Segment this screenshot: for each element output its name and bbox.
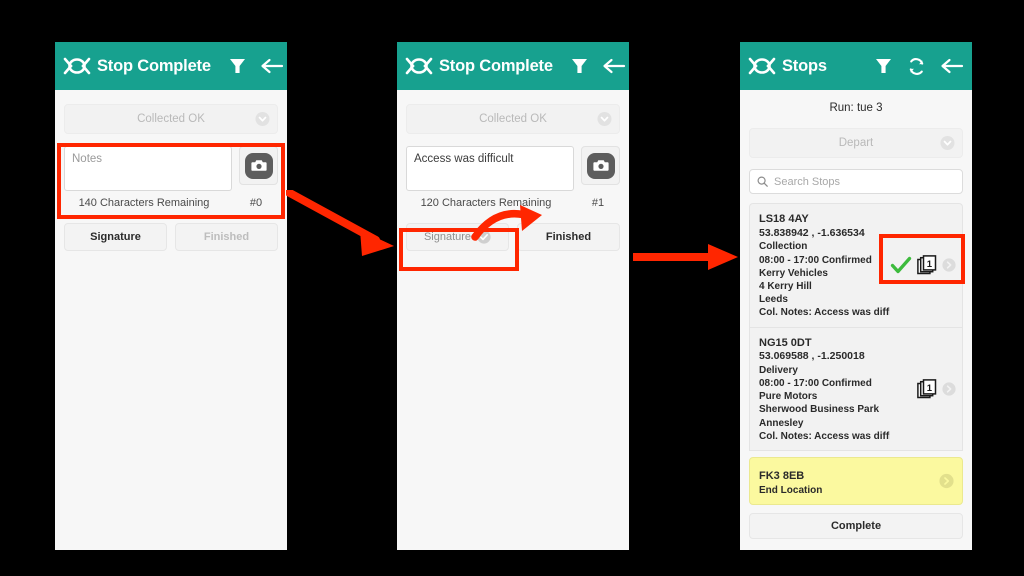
stop-coords: 53.838942 , -1.636534 [759,226,865,239]
search-stops-placeholder: Search Stops [774,175,841,188]
stop-coords: 53.069588 , -1.250018 [759,350,865,363]
run-label: Run: tue 3 [829,102,883,114]
chevron-down-circle-icon [940,136,955,150]
panel-body: Run: tue 3 Depart Search Stops LS18 4AY … [740,102,972,539]
end-location-card[interactable]: FK3 8EB End Location [749,457,963,505]
arrow-panel2-to-panel3 [633,244,738,270]
filter-funnel-icon[interactable] [228,56,247,76]
chevron-down-circle-icon [597,112,612,126]
phone-panel-stop-complete-empty: Stop Complete Collected OK Notes 140 Cha… [55,42,287,550]
end-location-status-group [939,473,954,488]
stop-card-status-group: 1 [917,378,956,399]
chevron-down-circle-icon [255,112,270,126]
app-bar-title: Stop Complete [97,56,211,75]
stop-type: Collection [759,241,808,253]
route-loop-logo-icon [405,57,433,75]
green-check-icon [890,257,912,274]
end-location-label: End Location [759,484,823,496]
documents-stack-icon[interactable]: 1 [917,378,937,399]
signature-button-label: Signature [90,231,141,243]
finished-button[interactable]: Finished [175,223,278,251]
screenshot-stage: Stop Complete Collected OK Notes 140 Cha… [0,0,1024,576]
route-loop-logo-icon [748,57,776,75]
stop-code: NG15 0DT [759,336,812,349]
stop-address-2: Annesley [759,417,804,429]
app-bar: Stop Complete [397,42,629,90]
notes-input[interactable]: Access was difficult [406,146,574,191]
panel-body: Collected OK Notes 140 Characters Remain… [55,104,287,251]
signature-button-label: Signature [423,231,472,243]
documents-count-text: 1 [927,383,933,394]
search-icon [757,176,768,187]
chevron-right-circle-icon[interactable] [942,258,956,272]
filter-funnel-icon[interactable] [874,56,893,76]
signature-button[interactable]: Signature [64,223,167,251]
chevron-right-circle-icon[interactable] [939,473,954,488]
app-bar-title: Stops [782,56,827,75]
notes-counter-row: 140 Characters Remaining #0 [64,197,278,209]
documents-count-text: 1 [927,259,933,270]
stop-code: LS18 4AY [759,213,809,225]
characters-remaining-label: 140 Characters Remaining [78,197,210,209]
phone-panel-stop-complete-filled: Stop Complete Collected OK Access was di… [397,42,629,550]
app-bar: Stops [740,42,972,90]
camera-button-inner [586,152,615,179]
stops-list: LS18 4AY 53.838942 , -1.636534 Collectio… [749,203,963,539]
route-loop-logo-icon [63,57,91,75]
app-bar-title: Stop Complete [439,56,553,75]
status-dropdown-label: Collected OK [137,113,205,125]
finished-button-label: Finished [203,231,250,243]
status-dropdown[interactable]: Collected OK [406,104,620,134]
arrow-panel1-to-panel2 [286,190,394,256]
camera-button[interactable] [239,146,278,185]
stop-address-1: Sherwood Business Park [759,404,880,416]
photo-count-label: #1 [591,197,605,209]
action-row: Signature Finished [64,223,278,251]
stop-card[interactable]: LS18 4AY 53.838942 , -1.636534 Collectio… [749,203,963,328]
notes-row: Access was difficult [406,146,620,191]
back-arrow-icon[interactable] [260,56,284,76]
chevron-right-circle-icon[interactable] [942,382,956,396]
camera-button[interactable] [581,146,620,185]
stop-notes: Col. Notes: Access was diffic [759,307,890,319]
documents-stack-icon[interactable]: 1 [917,255,937,275]
camera-icon [250,160,267,171]
stop-address-2: Leeds [759,294,788,306]
refresh-icon[interactable] [906,56,927,77]
app-bar: Stop Complete [55,42,287,90]
notes-row: Notes [64,146,278,191]
stop-card-status-group: 1 [890,255,956,275]
stop-card[interactable]: NG15 0DT 53.069588 , -1.250018 Delivery … [749,327,963,451]
photo-count-label: #0 [249,197,263,209]
back-arrow-icon[interactable] [940,56,964,76]
camera-button-inner [244,152,273,179]
search-stops-input[interactable]: Search Stops [749,169,963,194]
depart-dropdown-label: Depart [838,137,874,149]
back-arrow-icon[interactable] [602,56,626,76]
arrow-signature-to-finished [471,205,542,241]
depart-dropdown[interactable]: Depart [749,128,963,158]
end-location-code: FK3 8EB [759,470,805,482]
complete-button-label: Complete [830,519,882,532]
notes-input[interactable]: Notes [64,146,232,191]
filter-funnel-icon[interactable] [570,56,589,76]
status-dropdown-label: Collected OK [479,113,547,125]
stop-address-1: 4 Kerry Hill [759,280,812,292]
phone-panel-stops-list: Stops Run: tue 3 Depart Search Stops LS1… [740,42,972,550]
camera-icon [592,160,609,171]
status-dropdown[interactable]: Collected OK [64,104,278,134]
stop-notes: Col. Notes: Access was diffic [759,430,890,442]
stop-type: Delivery [759,364,798,376]
complete-button[interactable]: Complete [749,512,963,539]
